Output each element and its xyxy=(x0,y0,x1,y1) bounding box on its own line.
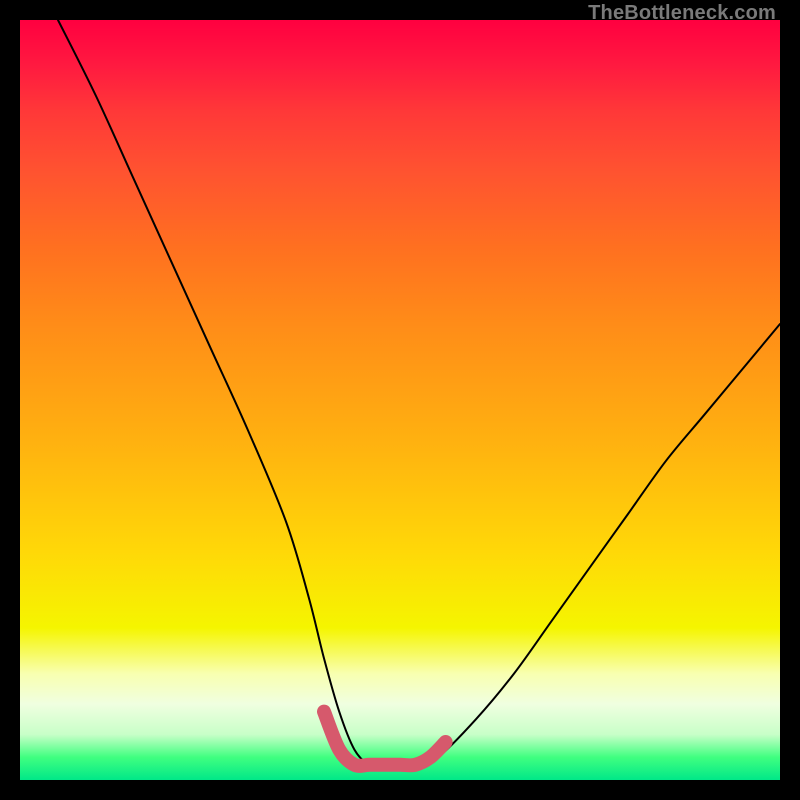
chart-svg xyxy=(20,20,780,780)
chart-frame: TheBottleneck.com xyxy=(0,0,800,800)
plot-area xyxy=(20,20,780,780)
bottleneck-curve-path xyxy=(58,20,780,766)
